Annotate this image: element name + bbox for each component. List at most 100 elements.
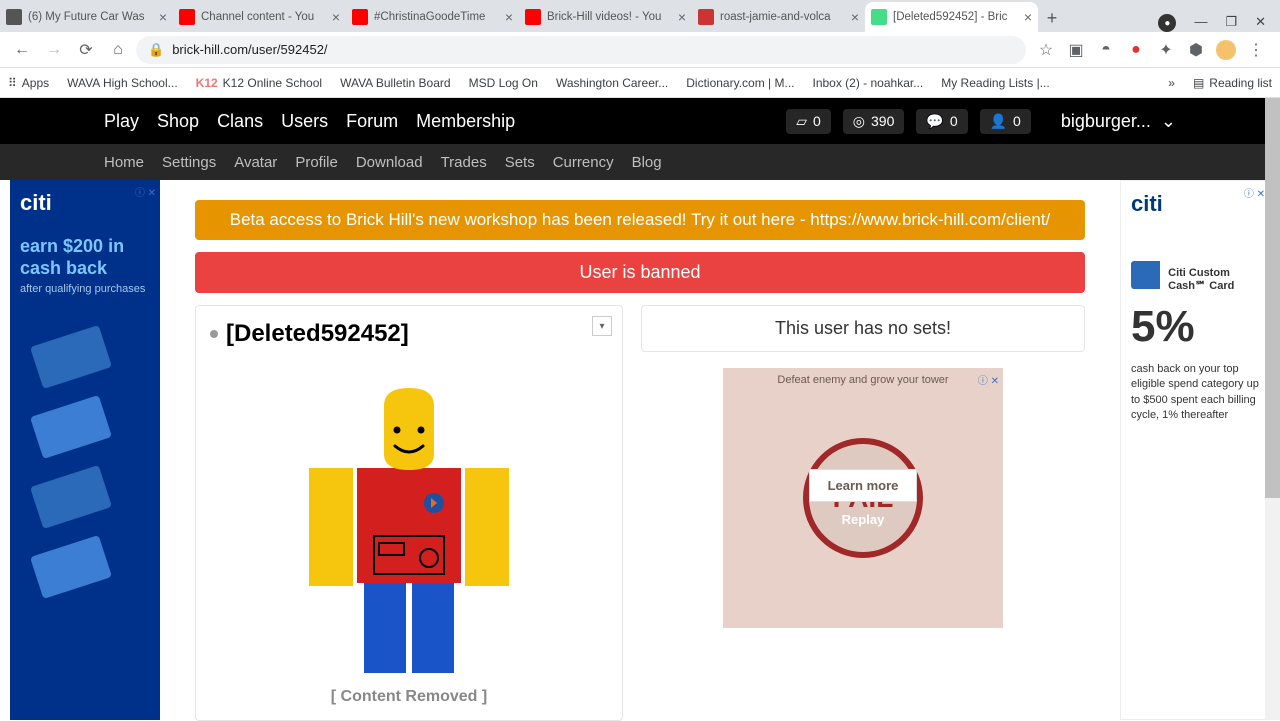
ad-info-icon[interactable]: ⓘ ✕ (978, 372, 999, 387)
profile-dropdown-toggle[interactable]: ▾ (592, 316, 612, 336)
subnav-download[interactable]: Download (356, 154, 423, 171)
ad-right-skyscraper[interactable]: ⓘ ✕ citi Citi Custom Cash℠ Card 5% cash … (1120, 180, 1270, 720)
bookmark-item[interactable]: Washington Career... (556, 76, 668, 90)
ad-info-icon[interactable]: ⓘ ✕ (135, 184, 156, 199)
browser-tab[interactable]: roast-jamie-and-volca × (692, 2, 865, 32)
nav-membership[interactable]: Membership (416, 111, 515, 132)
reading-list-button[interactable]: ▤Reading list (1193, 76, 1272, 90)
nav-users[interactable]: Users (281, 111, 328, 132)
tab-favicon (698, 9, 714, 25)
bookmarks-bar: ⠿Apps WAVA High School... K12K12 Online … (0, 68, 1280, 98)
forward-button: → (40, 36, 68, 64)
nav-play[interactable]: Play (104, 111, 139, 132)
header-stats: ▱0 ◎390 💬0 👤0 (786, 109, 1031, 134)
browser-tab-active[interactable]: [Deleted592452] - Bric × (865, 2, 1038, 32)
record-icon[interactable]: ● (1126, 40, 1146, 60)
browser-tab[interactable]: Channel content - You × (173, 2, 346, 32)
ad-learn-more-button[interactable]: Learn more (809, 469, 918, 502)
friends-icon: 👤 (990, 113, 1007, 130)
scrollbar-vertical[interactable] (1265, 98, 1280, 720)
subnav-avatar[interactable]: Avatar (234, 154, 277, 171)
nav-shop[interactable]: Shop (157, 111, 199, 132)
list-icon: ▤ (1193, 76, 1204, 90)
tab-title: #ChristinaGoodeTime (374, 11, 501, 23)
ext1-icon[interactable]: ◓ (1096, 40, 1116, 60)
citi-logo: citi (1131, 191, 1259, 217)
minimize-icon[interactable]: — (1194, 14, 1207, 32)
tab-close-icon[interactable]: × (159, 9, 167, 25)
ad-game-headline: Defeat enemy and grow your tower (777, 374, 948, 386)
beta-banner[interactable]: Beta access to Brick Hill's new workshop… (195, 200, 1085, 240)
scrollbar-thumb[interactable] (1265, 98, 1280, 498)
extensions-icon[interactable]: ✦ (1156, 40, 1176, 60)
bookmark-item[interactable]: Inbox (2) - noahkar... (812, 76, 923, 90)
close-window-icon[interactable]: ✕ (1255, 14, 1266, 32)
back-button[interactable]: ← (8, 36, 36, 64)
subnav-profile[interactable]: Profile (295, 154, 338, 171)
sub-nav: Home Settings Avatar Profile Download Tr… (0, 144, 1280, 180)
bookmark-item[interactable]: Dictionary.com | M... (686, 76, 794, 90)
tab-title: roast-jamie-and-volca (720, 11, 847, 23)
tab-close-icon[interactable]: × (332, 9, 340, 25)
pip-icon[interactable]: ▣ (1066, 40, 1086, 60)
ad-left-sub: after qualifying purchases (20, 283, 150, 295)
profile-name: [Deleted592452] (210, 320, 608, 348)
username-dropdown[interactable]: bigburger... ⌄ (1061, 111, 1176, 132)
citi-logo: citi (20, 190, 150, 216)
ad-right-desc: cash back on your top eligible spend cat… (1131, 362, 1259, 424)
bookmark-overflow-icon[interactable]: » (1168, 76, 1175, 90)
ad-inline-game[interactable]: ⓘ ✕ Defeat enemy and grow your tower FAI… (723, 368, 1003, 628)
bookmark-item[interactable]: MSD Log On (469, 76, 538, 90)
ad-replay-button[interactable]: Replay (842, 512, 885, 527)
tab-favicon (352, 9, 368, 25)
lock-icon: 🔒 (148, 42, 164, 58)
bookmark-apps[interactable]: ⠿Apps (8, 76, 49, 90)
bits-icon: ◎ (853, 113, 865, 130)
maximize-icon[interactable]: ❐ (1225, 14, 1237, 32)
nav-clans[interactable]: Clans (217, 111, 263, 132)
account-icon[interactable]: ● (1158, 14, 1176, 32)
avatar-svg (279, 358, 539, 678)
subnav-blog[interactable]: Blog (632, 154, 662, 171)
omnibox-url: brick-hill.com/user/592452/ (172, 42, 327, 57)
subnav-currency[interactable]: Currency (553, 154, 614, 171)
reload-button[interactable]: ⟳ (72, 36, 100, 64)
star-icon[interactable]: ☆ (1036, 40, 1056, 60)
new-tab-button[interactable]: + (1038, 4, 1066, 32)
stat-messages[interactable]: 💬0 (916, 109, 967, 134)
tab-title: [Deleted592452] - Bric (893, 11, 1020, 23)
profile-avatar-icon[interactable] (1216, 40, 1236, 60)
bookmark-item[interactable]: My Reading Lists |... (941, 76, 1050, 90)
stat-friends[interactable]: 👤0 (980, 109, 1031, 134)
tab-favicon (525, 9, 541, 25)
tab-close-icon[interactable]: × (678, 9, 686, 25)
browser-tab[interactable]: (6) My Future Car Was × (0, 2, 173, 32)
stat-bits[interactable]: ◎390 (843, 109, 905, 134)
browser-tab[interactable]: #ChristinaGoodeTime × (346, 2, 519, 32)
ad-left-headline: earn $200 in cash back (20, 236, 150, 279)
stat-bucks[interactable]: ▱0 (786, 109, 831, 134)
bookmark-item[interactable]: WAVA High School... (67, 76, 178, 90)
subnav-trades[interactable]: Trades (441, 154, 487, 171)
subnav-settings[interactable]: Settings (162, 154, 216, 171)
bookmark-item[interactable]: WAVA Bulletin Board (340, 76, 451, 90)
tab-close-icon[interactable]: × (505, 9, 513, 25)
ext2-icon[interactable]: ⬢ (1186, 40, 1206, 60)
ad-left-skyscraper[interactable]: ⓘ ✕ citi earn $200 in cash back after qu… (10, 180, 160, 720)
nav-forum[interactable]: Forum (346, 111, 398, 132)
browser-tab[interactable]: Brick-Hill videos! - You × (519, 2, 692, 32)
menu-icon[interactable]: ⋮ (1246, 40, 1266, 60)
ad-info-icon[interactable]: ⓘ ✕ (1244, 185, 1265, 200)
tab-close-icon[interactable]: × (1024, 9, 1032, 25)
ad-right-title: Citi Custom Cash℠ Card (1168, 267, 1259, 292)
home-button[interactable]: ⌂ (104, 36, 132, 64)
ad-right-pct: 5% (1131, 302, 1259, 352)
tab-close-icon[interactable]: × (851, 9, 859, 25)
subnav-home[interactable]: Home (104, 154, 144, 171)
subnav-sets[interactable]: Sets (505, 154, 535, 171)
tab-title: Channel content - You (201, 11, 328, 23)
username-label: bigburger... (1061, 111, 1151, 132)
card-graphic (1131, 261, 1160, 289)
bookmark-item[interactable]: K12K12 Online School (196, 76, 322, 90)
omnibox[interactable]: 🔒 brick-hill.com/user/592452/ (136, 36, 1026, 64)
